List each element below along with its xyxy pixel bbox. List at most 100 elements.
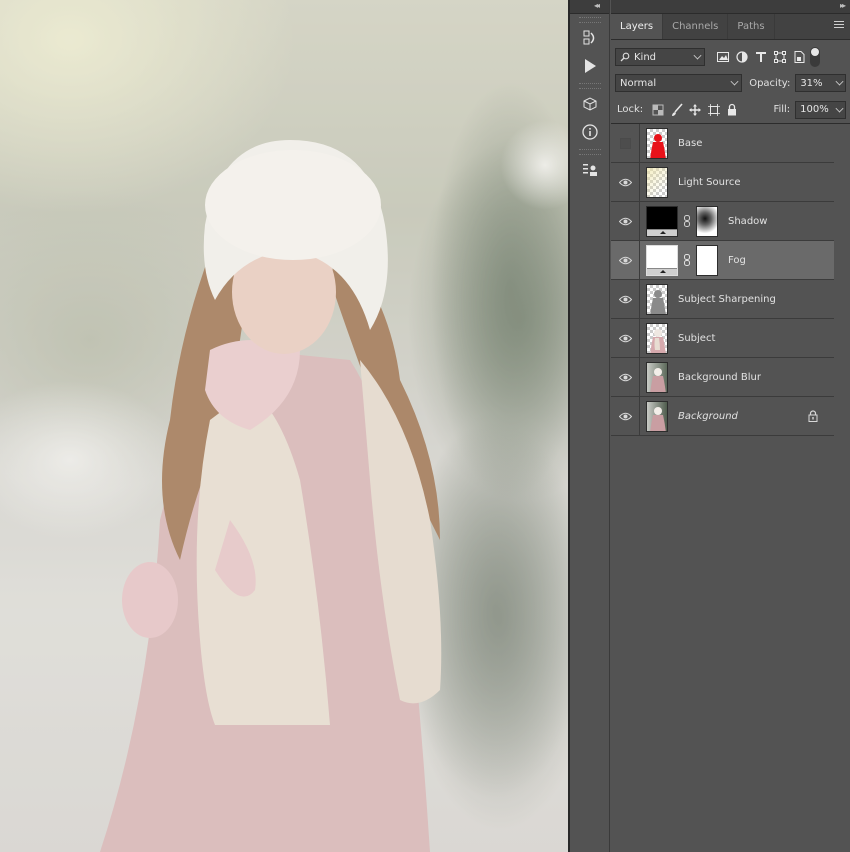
layer-name[interactable]: Shadow: [728, 216, 767, 227]
fill-label: Fill:: [773, 104, 791, 115]
layer-name[interactable]: Background Blur: [678, 372, 761, 383]
eye-icon: [618, 256, 632, 264]
layer-name[interactable]: Light Source: [678, 177, 740, 188]
lock-transparent-pixels-icon[interactable]: [649, 100, 667, 119]
eye-icon: [618, 373, 632, 381]
layer-name[interactable]: Background: [678, 411, 738, 422]
fog-overlay: [0, 0, 568, 852]
filter-pixel-icon[interactable]: [713, 48, 732, 67]
filter-type-icon[interactable]: [751, 48, 770, 67]
filter-kind-select[interactable]: Kind: [615, 48, 705, 66]
grip-icon[interactable]: [578, 83, 601, 89]
panel-header: ▸▸: [611, 0, 850, 14]
red-silhouette-thumb: [650, 133, 666, 158]
layer-row[interactable]: Background: [611, 397, 834, 436]
layer-row-selected[interactable]: Fog: [611, 241, 834, 280]
info-icon[interactable]: [570, 118, 610, 146]
lock-fill-row: Lock: Fill: 100%: [611, 96, 850, 124]
chevron-down-icon[interactable]: [835, 104, 844, 112]
layer-lock-icon[interactable]: [808, 410, 818, 422]
layer-row[interactable]: Light Source: [611, 163, 834, 202]
properties-stamp-icon[interactable]: [570, 156, 610, 184]
layer-mask-thumbnail[interactable]: [696, 244, 718, 276]
panel-dock-toolstrip: ◂◂: [568, 0, 610, 852]
eye-icon: [618, 295, 632, 303]
filter-shape-icon[interactable]: [770, 48, 789, 67]
history-icon[interactable]: [570, 24, 610, 52]
layer-row[interactable]: Base: [611, 124, 834, 163]
lock-label: Lock:: [617, 104, 644, 115]
tab-channels-label: Channels: [672, 21, 719, 32]
link-chain-icon[interactable]: [681, 215, 693, 227]
tab-layers-label: Layers: [620, 21, 654, 32]
layer-mask-thumbnail[interactable]: [696, 205, 718, 237]
layer-thumbnail: [646, 127, 668, 159]
visibility-toggle[interactable]: [611, 358, 640, 396]
panel-menu-icon[interactable]: [834, 21, 844, 31]
visibility-toggle[interactable]: [611, 280, 640, 318]
lock-image-pixels-brush-icon[interactable]: [668, 100, 686, 119]
eye-icon: [618, 334, 632, 342]
layer-name[interactable]: Subject Sharpening: [678, 294, 776, 305]
expand-panel-icon[interactable]: ▸▸: [840, 1, 846, 10]
tab-layers[interactable]: Layers: [611, 14, 664, 39]
link-chain-icon[interactable]: [681, 254, 693, 266]
gray-silhouette-thumb: [650, 289, 666, 314]
fill-input[interactable]: 100%: [795, 100, 846, 119]
blend-mode-select[interactable]: Normal: [615, 74, 743, 92]
visibility-off-box: [619, 137, 631, 149]
tab-paths-label: Paths: [737, 21, 765, 32]
tab-paths[interactable]: Paths: [728, 14, 775, 39]
layer-thumbnail: [646, 361, 668, 393]
subject-cutout-thumb: [650, 328, 666, 353]
dock-header: ◂◂: [570, 0, 609, 14]
layer-thumbnail: [646, 322, 668, 354]
layer-list: Base Light Source Shadow Fog Subject Sha…: [611, 124, 850, 436]
blend-mode-value: Normal: [620, 77, 657, 89]
photo-thumb: [650, 367, 666, 392]
3d-cube-icon[interactable]: [570, 90, 610, 118]
lock-artboard-icon[interactable]: [705, 100, 723, 119]
chevron-down-icon: [730, 77, 739, 86]
chevron-down-icon[interactable]: [835, 77, 844, 86]
opacity-value: 31%: [800, 77, 823, 89]
grip-icon[interactable]: [578, 149, 601, 155]
lock-position-move-icon[interactable]: [686, 100, 704, 119]
visibility-toggle[interactable]: [611, 319, 640, 357]
chevron-down-icon: [693, 51, 702, 60]
visibility-toggle[interactable]: [611, 163, 640, 201]
layer-thumbnail: [646, 400, 668, 432]
panel-tabs: Layers Channels Paths: [611, 14, 850, 40]
tab-channels[interactable]: Channels: [663, 14, 729, 39]
photo-thumb: [650, 406, 666, 431]
layer-row[interactable]: Shadow: [611, 202, 834, 241]
filter-kind-label: Kind: [634, 51, 657, 63]
layer-row[interactable]: Subject Sharpening: [611, 280, 834, 319]
collapse-dock-icon[interactable]: ◂◂: [594, 1, 600, 10]
eye-icon: [618, 178, 632, 186]
visibility-toggle[interactable]: [611, 241, 640, 279]
layer-thumbnail: [646, 283, 668, 315]
visibility-toggle[interactable]: [611, 124, 640, 162]
grip-icon[interactable]: [578, 17, 601, 23]
visibility-toggle[interactable]: [611, 397, 640, 435]
layer-name[interactable]: Subject: [678, 333, 715, 344]
actions-play-icon[interactable]: [570, 52, 610, 80]
filter-adjustment-icon[interactable]: [732, 48, 751, 67]
layer-name[interactable]: Base: [678, 138, 702, 149]
document-canvas[interactable]: [0, 0, 568, 852]
visibility-toggle[interactable]: [611, 202, 640, 240]
layer-thumbnail: [646, 166, 668, 198]
layer-row[interactable]: Subject: [611, 319, 834, 358]
blend-opacity-row: Normal Opacity: 31%: [611, 70, 850, 96]
filter-toggle-switch[interactable]: [810, 47, 820, 67]
opacity-input[interactable]: 31%: [795, 74, 846, 92]
layer-row[interactable]: Background Blur: [611, 358, 834, 397]
eye-icon: [618, 217, 632, 225]
filter-smart-object-icon[interactable]: [789, 48, 808, 67]
lock-all-icon[interactable]: [723, 100, 741, 119]
opacity-label: Opacity:: [749, 77, 791, 89]
layer-name[interactable]: Fog: [728, 255, 746, 266]
layers-panel: ▸▸ Layers Channels Paths Kind Normal Opa…: [611, 0, 850, 852]
adjustment-thumbnail: [646, 205, 678, 237]
